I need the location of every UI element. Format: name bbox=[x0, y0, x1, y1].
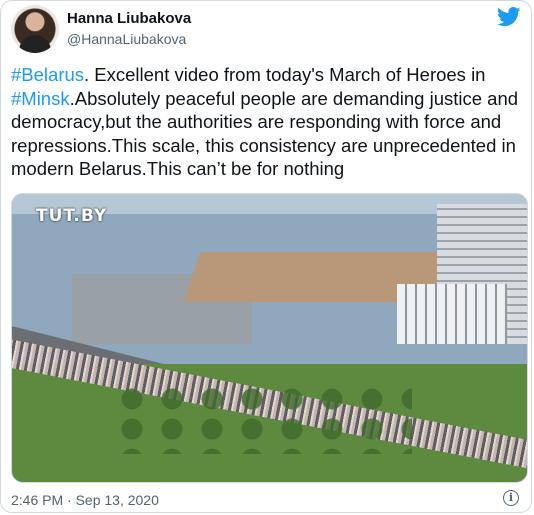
twitter-bird-icon[interactable] bbox=[497, 7, 521, 27]
avatar[interactable] bbox=[11, 5, 59, 53]
tweet-text-part-2: .Absolutely peaceful people are demandin… bbox=[11, 87, 519, 180]
media-watermark: TUT.BY bbox=[36, 206, 108, 226]
tweet-media-video[interactable]: TUT.BY bbox=[11, 193, 528, 483]
tweet-text: #Belarus. Excellent video from today's M… bbox=[11, 63, 526, 181]
info-icon[interactable]: i bbox=[503, 490, 519, 506]
hashtag-minsk[interactable]: #Minsk bbox=[11, 88, 70, 109]
tweet-text-part-1: . Excellent video from today's March of … bbox=[84, 64, 486, 85]
tweet-card: Hanna Liubakova @HannaLiubakova #Belarus… bbox=[0, 0, 532, 513]
author-handle[interactable]: @HannaLiubakova bbox=[67, 31, 186, 47]
tweet-timestamp[interactable]: 2:46 PM · Sep 13, 2020 bbox=[11, 492, 159, 508]
author-name[interactable]: Hanna Liubakova bbox=[67, 10, 191, 27]
hashtag-belarus[interactable]: #Belarus bbox=[11, 64, 84, 85]
